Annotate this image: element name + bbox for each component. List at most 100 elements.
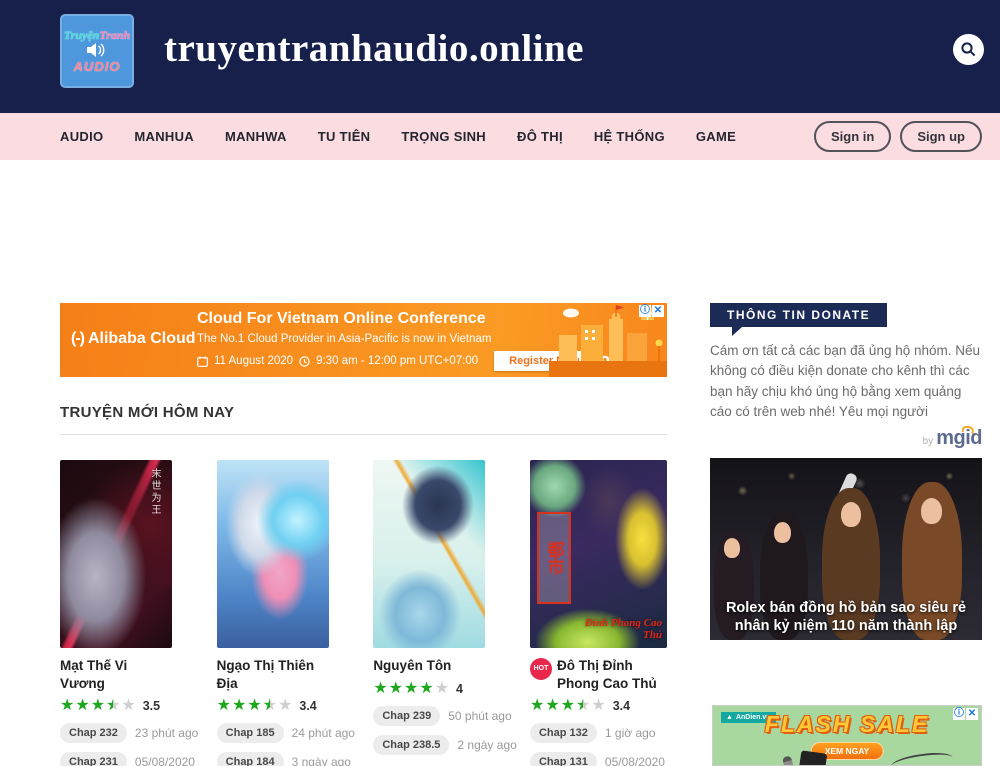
ad-date: 11 August 2020 [214,355,293,367]
ad-info-icon[interactable]: ⓘ [639,305,651,317]
nav-item-manhwa[interactable]: MANHWA [225,129,287,144]
comic-card: 都市 Đỉnh Phong Cao Thủ HOT Đô Thị Đỉnh Ph… [530,460,667,766]
chapter-badge[interactable]: Chap 132 [530,723,597,743]
rating-value: 3.4 [299,699,316,713]
comic-cover[interactable] [373,460,485,648]
site-logo[interactable]: TruyệnTranh AUDIO [60,14,134,88]
donate-header-banner: THÔNG TIN DONATE [710,303,887,327]
chapter-time: 05/08/2020 [135,755,195,766]
flash-sale-title: FLASH SALE [713,711,981,738]
star-rating-icons: ★★★★★★ [530,698,606,714]
chapter-badge[interactable]: Chap 131 [530,752,597,766]
site-header: TruyệnTranh AUDIO truyentranhaudio.onlin… [0,0,1000,113]
nav-item-tu-tien[interactable]: TU TIÊN [318,129,371,144]
logo-audio-label: AUDIO [74,59,121,74]
sign-in-button[interactable]: Sign in [814,121,891,152]
chapter-row: Chap 131 05/08/2020 [530,752,667,766]
comic-card-list: 末世为王 Mạt Thế Vi Vương ★★★★★★ 3.5 Chap 23… [60,460,667,766]
nav-item-do-thi[interactable]: ĐÔ THỊ [517,129,563,144]
nav-items: AUDIO MANHUA MANHWA TU TIÊN TRỌNG SINH Đ… [60,129,736,144]
chapter-time: 2 ngày ago [457,738,516,752]
section-header: TRUYỆN MỚI HÔM NAY [60,404,667,435]
chapter-time: 50 phút ago [448,709,511,723]
ad-info-icon[interactable]: ⓘ [953,708,965,720]
rating-row: ★★★★★★ 3.4 [217,698,329,714]
cover-art-script: Đỉnh Phong Cao Thủ [576,617,662,642]
mgid-attribution[interactable]: bymgid [710,427,982,450]
hot-badge: HOT [530,658,552,680]
ad-subtitle: The No.1 Cloud Provider in Asia-Pacific … [197,333,491,345]
cover-art-text: 末世为王 [147,468,162,516]
nav-item-he-thong[interactable]: HỆ THỐNG [594,129,665,144]
sign-up-button[interactable]: Sign up [900,121,982,152]
star-rating-icons: ★★★★★★ [60,698,136,714]
comic-title[interactable]: Mạt Thế Vi Vương [60,657,172,692]
page-title: truyentranhaudio.online [164,26,584,71]
ad-choice-marks: ⓘ ✕ [639,305,664,317]
rating-value: 3.5 [143,699,160,713]
chapter-badge[interactable]: Chap 238.5 [373,735,449,755]
main-nav: AUDIO MANHUA MANHWA TU TIÊN TRỌNG SINH Đ… [0,113,1000,160]
chapter-badge[interactable]: Chap 239 [373,706,440,726]
ad-title: Cloud For Vietnam Online Conference [197,310,486,328]
chapter-time: 24 phút ago [292,726,355,740]
comic-card: 末世为王 Mạt Thế Vi Vương ★★★★★★ 3.5 Chap 23… [60,460,172,766]
star-rating-icons: ★★★★★ [373,681,449,697]
ad-choice-marks: ⓘ ✕ [953,708,978,720]
chapter-time: 1 giờ ago [605,726,656,740]
cover-art-stamp: 都市 [537,512,571,604]
chapter-badge[interactable]: Chap 232 [60,723,127,743]
rating-row: ★★★★★★ 3.5 [60,698,172,714]
comic-card: Ngạo Thị Thiên Địa ★★★★★★ 3.4 Chap 185 2… [217,460,329,766]
rating-value: 3.4 [613,699,630,713]
comic-cover[interactable]: 都市 Đỉnh Phong Cao Thủ [530,460,667,648]
comic-cover[interactable] [217,460,329,648]
product-stick [890,750,954,766]
search-button[interactable] [953,34,984,65]
nav-item-manhua[interactable]: MANHUA [134,129,194,144]
chapter-row: Chap 231 05/08/2020 [60,752,172,766]
clock-icon [299,356,310,367]
nav-item-game[interactable]: GAME [696,129,736,144]
alibaba-cloud-ad-banner[interactable]: (-)Alibaba Cloud Cloud For Vietnam Onlin… [60,303,667,377]
product-mic [782,755,797,766]
calendar-icon [197,356,208,367]
auth-buttons: Sign in Sign up [814,121,982,152]
chapter-row: Chap 239 50 phút ago [373,706,485,726]
chapter-row: Chap 238.5 2 ngày ago [373,735,485,755]
product-phone [797,750,827,766]
ad-time: 9:30 am - 12:00 pm UTC+07:00 [316,355,478,367]
chapter-badge[interactable]: Chap 231 [60,752,127,766]
chapter-row: Chap 184 3 ngày ago [217,752,329,766]
chapter-badge[interactable]: Chap 185 [217,723,284,743]
alibaba-cloud-logo: (-)Alibaba Cloud [71,330,196,348]
chapter-row: Chap 132 1 giờ ago [530,723,667,743]
comic-title[interactable]: HOT Đô Thị Đỉnh Phong Cao Thủ [530,657,667,692]
ad-close-icon[interactable]: ✕ [652,305,664,317]
native-ad-image[interactable]: Rolex bán đồng hồ bản sao siêu rẻ nhân k… [710,458,982,640]
chapter-row: Chap 232 23 phút ago [60,723,172,743]
comic-title[interactable]: Ngạo Thị Thiên Địa [217,657,329,692]
logo-script: TruyệnTranh [64,29,130,41]
alibaba-logo-mark: (-) [71,330,84,347]
ad-close-icon[interactable]: ✕ [966,708,978,720]
chapter-time: 23 phút ago [135,726,198,740]
native-ad-caption: Rolex bán đồng hồ bản sao siêu rẻ nhân k… [718,599,974,635]
chapter-row: Chap 185 24 phút ago [217,723,329,743]
comic-title[interactable]: Nguyên Tôn [373,657,485,675]
nav-item-audio[interactable]: AUDIO [60,129,103,144]
chapter-time: 05/08/2020 [605,755,665,766]
mgid-logo: mgid [936,427,982,449]
rating-row: ★★★★★★ 3.4 [530,698,667,714]
mgid-by-label: by [923,436,934,447]
speaker-icon [87,42,107,58]
search-icon [960,41,977,58]
star-rating-icons: ★★★★★★ [217,698,293,714]
comic-cover[interactable]: 末世为王 [60,460,172,648]
section-title: TRUYỆN MỚI HÔM NAY [60,404,667,421]
donate-text: Cám ơn tất cả các bạn đã ủng hộ nhóm. Nế… [710,341,986,422]
flash-sale-ad[interactable]: ▲AnDien.vn FLASH SALE XEM NGAY ⓘ ✕ [712,705,982,766]
chapter-badge[interactable]: Chap 184 [217,752,284,766]
rating-row: ★★★★★ 4 [373,681,485,697]
nav-item-trong-sinh[interactable]: TRỌNG SINH [401,129,486,144]
